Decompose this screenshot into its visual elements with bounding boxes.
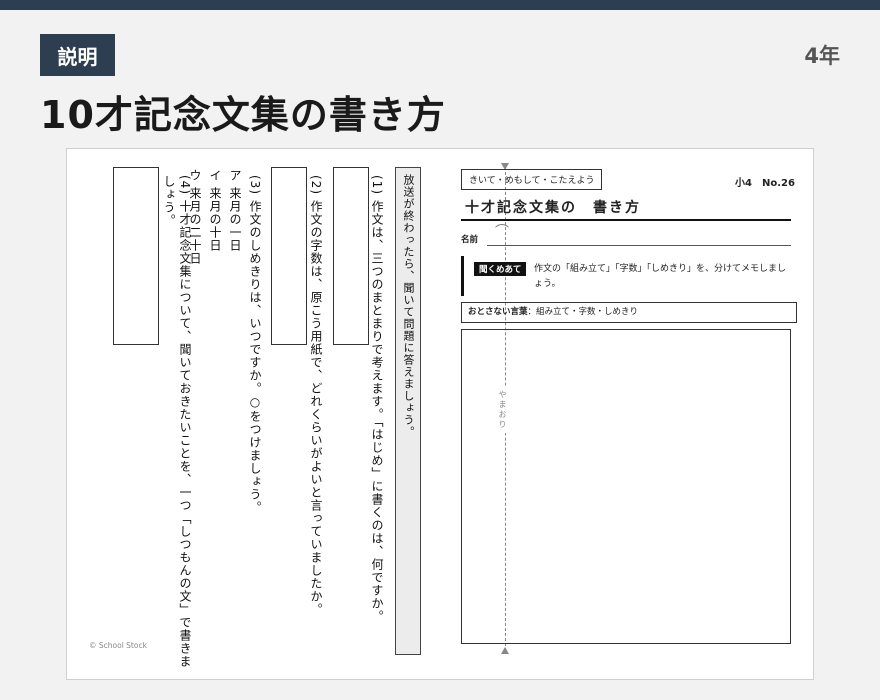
choice-i[interactable]: イ 来月の十日 (207, 169, 223, 252)
memo-box[interactable] (461, 329, 791, 644)
page-title: 10才記念文集の書き方 (40, 93, 446, 137)
name-field[interactable] (487, 245, 791, 246)
title-rule (461, 219, 791, 221)
worksheet-number: 小4 No.26 (735, 178, 795, 189)
name-label: 名前 (461, 235, 479, 245)
tag-label: きいて・めもして・こたえよう (461, 169, 603, 190)
aim-label: 聞くめあて (474, 262, 527, 276)
fold-bottom-marker (501, 647, 509, 654)
answer-box-4[interactable] (113, 167, 159, 345)
copyright: © School Stock (89, 641, 147, 650)
answer-box-1[interactable] (333, 167, 369, 345)
instruction-box: 放送が終わったら、聞いて問題に答えましょう。 (395, 167, 421, 655)
question-3: (3) 作文のしめきりは、いつですか。○をつけましょう。 (248, 175, 262, 514)
instruction-text: 放送が終わったら、聞いて問題に答えましょう。 (402, 174, 415, 438)
choice-a[interactable]: ア 来月の一日 (227, 169, 243, 252)
worksheet-title: 十才記念文集の 書き方 (465, 200, 641, 216)
question-1: (1) 作文は、三つのまとまりで考えます。「はじめ」に書くのは、何ですか。 (370, 175, 384, 623)
keywords-text: ：組み立て・字数・しめきり (527, 307, 639, 317)
answer-box-2[interactable] (271, 167, 307, 345)
listening-aim: 聞くめあて 作文の「組み立て」「字数」「しめきり」を、分けてメモしましょう。 (461, 256, 794, 296)
top-bar (0, 0, 880, 10)
keywords-label: おとさない言葉 (468, 307, 528, 317)
fold-arrow-icon: ⌒ (495, 224, 509, 240)
worksheet-sheet: 放送が終わったら、聞いて問題に答えましょう。 (1) 作文は、三つのまとまりで考… (66, 148, 814, 680)
question-4: (4) 十才記念文集について、聞いておきたいことを、一つ「しつもんの文」で書きま… (162, 175, 192, 668)
grade-label: 4年 (804, 44, 840, 68)
keywords-box: おとさない言葉：組み立て・字数・しめきり (461, 302, 797, 323)
aim-text: 作文の「組み立て」「字数」「しめきり」を、分けてメモしましょう。 (534, 264, 787, 289)
question-2: (2) 作文の字数は、原こう用紙で、どれくらいがよいと言っていましたか。 (309, 175, 323, 616)
category-badge: 説明 (40, 34, 115, 76)
